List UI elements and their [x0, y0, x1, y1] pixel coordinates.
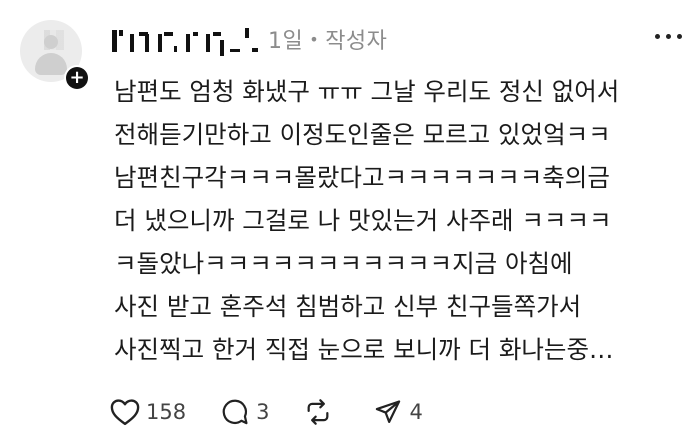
- post-line: ㅋ돌았나ㅋㅋㅋㅋㅋㅋㅋㅋㅋㅋㅋ지금 아침에: [114, 249, 573, 278]
- post-line: 더 냈으니까 그걸로 나 맛있는거 사주래 ㅋㅋㅋㅋ: [114, 206, 612, 235]
- plus-icon: +: [66, 67, 88, 89]
- share-button[interactable]: 4: [373, 398, 423, 426]
- author-name-masked[interactable]: [112, 26, 258, 56]
- more-horizontal-icon[interactable]: [655, 34, 682, 39]
- post-header: 1일 • 작성자: [112, 22, 387, 56]
- default-avatar-body: [35, 53, 67, 75]
- author-avatar-wrap[interactable]: +: [20, 20, 90, 91]
- default-avatar-head: [44, 35, 58, 49]
- heart-icon: [110, 399, 140, 426]
- post-line: 남편친구각ㅋㅋㅋ몰랐다고ㅋㅋㅋㅋㅋㅋㅋ축의금: [114, 163, 610, 192]
- comment-bubble-icon: [222, 399, 248, 425]
- send-icon: [376, 400, 401, 424]
- repost-icon: [308, 399, 329, 425]
- repost-button[interactable]: [303, 398, 339, 426]
- like-count: 158: [146, 400, 187, 424]
- author-badge: 작성자: [325, 29, 388, 54]
- post-line: 사진찍고 한거 직접 눈으로 보니까 더 화나는중…: [114, 335, 614, 364]
- meta-separator: •: [309, 29, 320, 49]
- post-line: 남편도 엄청 화냈구 ㅠㅠ 그날 우리도 정신 없어서: [114, 77, 620, 106]
- like-button[interactable]: 158: [110, 398, 186, 426]
- post-line: 사진 받고 혼주석 침범하고 신부 친구들쪽가서: [114, 292, 582, 321]
- follow-button[interactable]: +: [64, 65, 90, 91]
- post-body: 남편도 엄청 화냈구 ㅠㅠ 그날 우리도 정신 없어서 전해듣기만하고 이정도인…: [114, 70, 694, 371]
- comment-button[interactable]: 3: [220, 398, 269, 426]
- post-time: 1일: [268, 29, 304, 54]
- comment-count: 3: [256, 400, 270, 424]
- share-count: 4: [409, 400, 423, 424]
- action-bar: 158 3 4: [110, 392, 457, 432]
- post-line: 전해듣기만하고 이정도인줄은 모르고 있었엌ㅋㅋ: [114, 120, 611, 149]
